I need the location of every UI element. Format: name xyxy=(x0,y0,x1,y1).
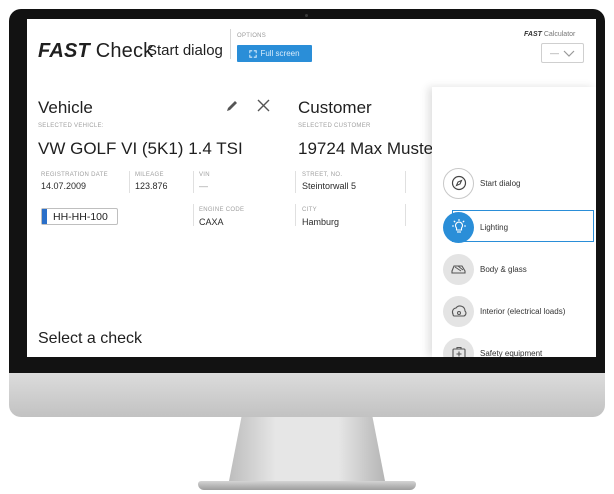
fullscreen-label: Full screen xyxy=(260,49,300,58)
menu-item-label: Body & glass xyxy=(480,264,527,274)
expand-icon xyxy=(249,49,258,58)
menu-item-start-dialog[interactable]: Start dialog xyxy=(432,165,596,201)
vehicle-heading: Vehicle xyxy=(38,98,93,117)
fullscreen-button[interactable]: Full screen xyxy=(237,45,312,62)
field-divider xyxy=(405,171,406,193)
menu-item-label: Start dialog xyxy=(480,178,521,188)
field-divider xyxy=(129,171,130,193)
calculator-label: FAST Calculator xyxy=(524,31,576,38)
field-divider xyxy=(193,171,194,193)
options-label: OPTIONS xyxy=(237,33,267,39)
interior-icon xyxy=(443,295,474,327)
bulb-icon xyxy=(443,211,474,243)
check-menu: Start dialog Lighting Body & glass Inter… xyxy=(432,87,596,357)
menu-item-label: Interior (electrical loads) xyxy=(480,306,566,316)
chevron-down-icon xyxy=(563,50,575,57)
monitor-chin xyxy=(9,373,605,417)
calculator-select[interactable]: — xyxy=(541,43,584,63)
vin-label: VIN xyxy=(199,172,210,178)
app-logo: FAST Check xyxy=(38,40,154,62)
street-value: Steintorwall 5 xyxy=(302,181,357,191)
street-label: STREET, NO. xyxy=(302,172,343,178)
divider xyxy=(230,29,231,59)
close-icon[interactable] xyxy=(256,98,271,118)
menu-item-label: Safety equipment xyxy=(480,348,543,358)
selected-customer-label: SELECTED CUSTOMER xyxy=(298,123,371,129)
engine-code-value: CAXA xyxy=(199,217,224,227)
registration-value: 14.07.2009 xyxy=(41,181,87,191)
compass-icon xyxy=(443,167,474,199)
menu-item-lighting[interactable]: Lighting xyxy=(432,209,596,245)
license-plate: HH-HH-100 xyxy=(41,208,118,225)
car-glass-icon xyxy=(443,253,474,285)
field-divider xyxy=(405,204,406,226)
vin-value: — xyxy=(199,181,208,191)
customer-id-name: 19724 Max Muste xyxy=(298,139,434,158)
select-check-heading: Select a check xyxy=(38,330,143,347)
calculator-value: — xyxy=(550,48,559,58)
field-divider xyxy=(295,204,296,226)
field-divider xyxy=(295,171,296,193)
menu-item-body-glass[interactable]: Body & glass xyxy=(432,251,596,287)
selected-vehicle-label: SELECTED VEHICLE: xyxy=(38,123,104,129)
engine-code-label: ENGINE CODE xyxy=(199,207,245,213)
menu-item-safety[interactable]: Safety equipment xyxy=(432,335,596,357)
city-label: CITY xyxy=(302,207,317,213)
app-screen: FAST Check Start dialog OPTIONS Full scr… xyxy=(27,19,596,357)
eu-band xyxy=(42,209,47,224)
first-aid-icon xyxy=(443,337,474,357)
edit-icon[interactable] xyxy=(225,99,239,118)
vehicle-name: VW GOLF VI (5K1) 1.4 TSI xyxy=(38,139,243,158)
mileage-label: MILEAGE xyxy=(135,172,164,178)
field-divider xyxy=(193,204,194,226)
customer-heading: Customer xyxy=(298,98,372,117)
dialog-title: Start dialog xyxy=(147,42,223,59)
top-bar: FAST Check Start dialog OPTIONS Full scr… xyxy=(27,19,596,74)
registration-label: REGISTRATION DATE xyxy=(41,172,108,178)
menu-item-label: Lighting xyxy=(480,222,509,232)
license-plate-text: HH-HH-100 xyxy=(53,210,108,223)
monitor-base xyxy=(198,481,416,490)
camera xyxy=(305,14,308,17)
monitor-stand xyxy=(229,417,385,481)
menu-item-interior[interactable]: Interior (electrical loads) xyxy=(432,293,596,329)
city-value: Hamburg xyxy=(302,217,340,227)
mileage-value: 123.876 xyxy=(135,181,168,191)
